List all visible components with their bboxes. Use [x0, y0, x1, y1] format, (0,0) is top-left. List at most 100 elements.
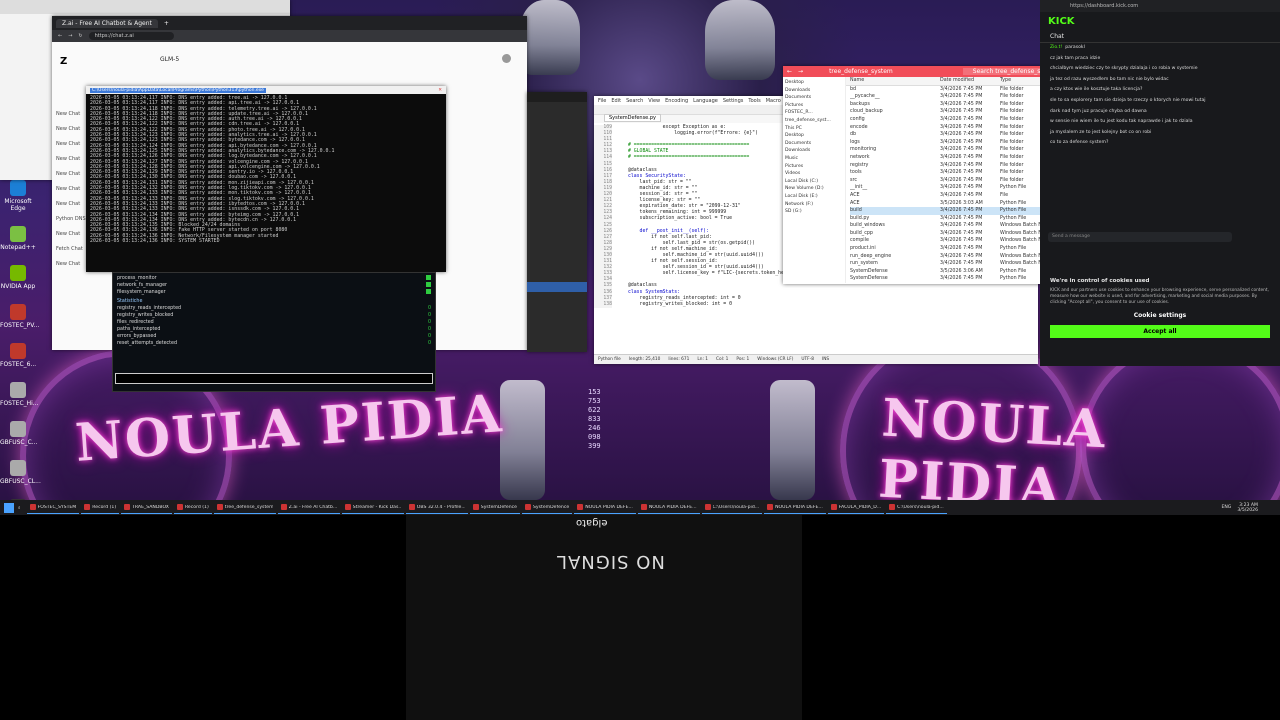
desktop-icon[interactable]: NVIDIA App [0, 265, 36, 290]
editor-menu-item[interactable]: Edit [611, 98, 621, 104]
status-field: UTF-8 [801, 357, 814, 362]
nav-item[interactable]: Local Disk (C:) [785, 178, 843, 186]
taskbar-item[interactable]: C:\Users\noula-pid... [701, 502, 763, 514]
app-icon [176, 504, 183, 510]
editor-menu-item[interactable]: Encoding [665, 98, 688, 104]
nav-item[interactable]: tree_defense_syst... [785, 117, 843, 125]
taskbar-item[interactable]: FACULA_PIDIA_D... [827, 502, 885, 514]
taskbar-item[interactable]: TRAE_SANDBOX [121, 502, 172, 514]
explorer-titlebar: ← → tree_defense_system Search tree_defe… [783, 66, 1073, 77]
clock[interactable]: 3:23 AM 3/5/2026 [1237, 503, 1258, 513]
file-date: 3/5/2026 3:03 AM [940, 200, 983, 206]
address-bar[interactable]: https://chat.z.ai [88, 32, 174, 40]
taskbar-item[interactable]: NOULA PIDIA DEFE... [574, 502, 636, 514]
editor-menu-item[interactable]: Settings [723, 98, 744, 104]
start-icon[interactable] [4, 502, 14, 513]
nav-item[interactable]: Videos [785, 170, 843, 178]
obs-window[interactable] [527, 92, 587, 352]
nav-item[interactable]: Network (F:) [785, 201, 843, 209]
taskbar-item[interactable]: Streamer - Kick Das... [341, 502, 404, 514]
new-tab-icon[interactable]: + [164, 20, 169, 27]
language-indicator[interactable]: ENG [1221, 505, 1231, 510]
back-icon[interactable]: ← [58, 33, 62, 39]
terminal-window[interactable]: C:\Users\noula-pidia\AppData\Local\Progr… [86, 86, 446, 272]
taskbar-item[interactable]: NOULA PIDIA DEFE... [764, 502, 826, 514]
desktop-icon[interactable]: Notepad++ [0, 226, 36, 251]
taskbar-item-label: Record (1) [184, 504, 209, 510]
desktop-icon[interactable]: Microsoft Edge [0, 180, 36, 212]
nav-item[interactable]: FOSTEC_R... [785, 109, 843, 117]
browser-tab[interactable]: Z.ai - Free AI Chatbot & Agent [56, 18, 158, 28]
chat-message: Zio.t! parasokl [1050, 45, 1270, 52]
command-input[interactable] [115, 373, 433, 384]
explorer-window[interactable]: ← → tree_defense_system Search tree_defe… [783, 66, 1073, 284]
forward-icon[interactable]: → [68, 33, 72, 39]
nav-item[interactable]: Local Disk (E:) [785, 193, 843, 201]
file-date: 3/4/2026 7:45 PM [940, 192, 983, 198]
taskbar-item[interactable]: Z.ai - Free AI Chatb... [277, 502, 340, 514]
file-name: network [850, 154, 870, 160]
taskbar-item[interactable]: tree_defense_system [213, 502, 276, 514]
nav-item[interactable]: SD (G:) [785, 208, 843, 216]
nav-item[interactable]: Pictures [785, 102, 843, 110]
desktop-icon[interactable]: FOSTEC_6... [0, 343, 36, 368]
taskbar-item[interactable]: SystemDefence [469, 502, 520, 514]
editor-menu-item[interactable]: View [648, 98, 660, 104]
taskbar-item[interactable]: Record (1) [81, 502, 120, 514]
column-header[interactable]: Date modified [940, 77, 1000, 85]
nav-item[interactable]: Documents [785, 94, 843, 102]
nav-item[interactable]: This PC [785, 125, 843, 133]
nav-item[interactable]: Music [785, 155, 843, 163]
desktop-icon[interactable]: FOSTEC_Hi... [0, 382, 39, 407]
chat-username[interactable]: Zio.t! [1050, 45, 1062, 50]
editor-menu-item[interactable]: Language [693, 98, 718, 104]
nav-item[interactable]: New Volume (D:) [785, 185, 843, 193]
nav-item[interactable]: Pictures [785, 163, 843, 171]
taskbar-item[interactable]: FOSTEC_SYSTEM [26, 502, 80, 514]
forward-icon[interactable]: → [798, 68, 803, 75]
back-icon[interactable]: ← [787, 68, 792, 75]
terminal-line: 2026-03-05 03:13:24,136 INFO: SYSTEM STA… [90, 238, 220, 245]
desktop-icon-label: Microsoft Edge [4, 198, 32, 212]
taskbar-item[interactable]: NOULA PIDIA DEFE... [637, 502, 700, 514]
editor-menu-item[interactable]: Search [626, 98, 643, 104]
taskbar-item[interactable]: OBS 32.0.4 - Profile... [405, 502, 468, 514]
kick-logo[interactable]: KICK [1040, 12, 1280, 31]
editor-menu-item[interactable]: File [598, 98, 606, 104]
taskbar-item[interactable]: Record (1) [173, 502, 212, 514]
model-selector[interactable]: GLM-5 [160, 56, 179, 63]
editor-tab[interactable]: SystemDefense.py [604, 114, 661, 122]
taskbar-item-label: NOULA PIDIA DEFE... [585, 504, 633, 510]
search-icon[interactable]: ⌕ [18, 505, 21, 511]
status-field: lines: 671 [668, 357, 690, 362]
explorer-path[interactable]: tree_defense_system [829, 68, 893, 75]
taskbar-item[interactable]: SystemDefence [521, 502, 573, 514]
monitor-panel[interactable]: process_monitor network_fs_manager filesys… [112, 272, 436, 392]
editor-menu-item[interactable]: Tools [748, 98, 760, 104]
close-icon[interactable]: ✕ [438, 88, 442, 93]
kick-url[interactable]: https://dashboard.kick.com [1070, 3, 1138, 9]
clock-date: 3/5/2026 [1237, 507, 1258, 513]
reload-icon[interactable]: ↻ [78, 33, 82, 39]
accept-all-button[interactable]: Accept all [1050, 325, 1270, 338]
desktop-icon[interactable]: GBFUSC_CL... [0, 460, 41, 485]
editor-menu-item[interactable]: Macro [766, 98, 781, 104]
avatar[interactable] [502, 54, 511, 63]
obs-selected-row[interactable] [527, 282, 587, 292]
desktop-icon[interactable]: FOSTEC_PV... [0, 304, 39, 329]
taskbar-item-label: C:\Users\noula-pid... [897, 504, 944, 510]
matrix-number: 153 [588, 388, 601, 396]
nav-item[interactable]: Documents [785, 140, 843, 148]
nav-item[interactable]: Downloads [785, 147, 843, 155]
chat-input[interactable]: Send a message [1048, 232, 1232, 242]
desktop-icon[interactable]: GBFUSC_C... [0, 421, 38, 446]
taskbar-item[interactable]: C:\Users\noula-pid... [886, 502, 947, 514]
nav-item[interactable]: Desktop [785, 79, 843, 87]
robot-leg [770, 380, 815, 500]
nav-item[interactable]: Desktop [785, 132, 843, 140]
file-name: SystemDefense [850, 276, 888, 282]
column-header[interactable]: Name [850, 77, 940, 85]
nav-item[interactable]: Downloads [785, 87, 843, 95]
cookie-settings-button[interactable]: Cookie settings [1040, 306, 1280, 325]
kick-window[interactable]: https://dashboard.kick.com KICK Chat Zio… [1040, 0, 1280, 366]
